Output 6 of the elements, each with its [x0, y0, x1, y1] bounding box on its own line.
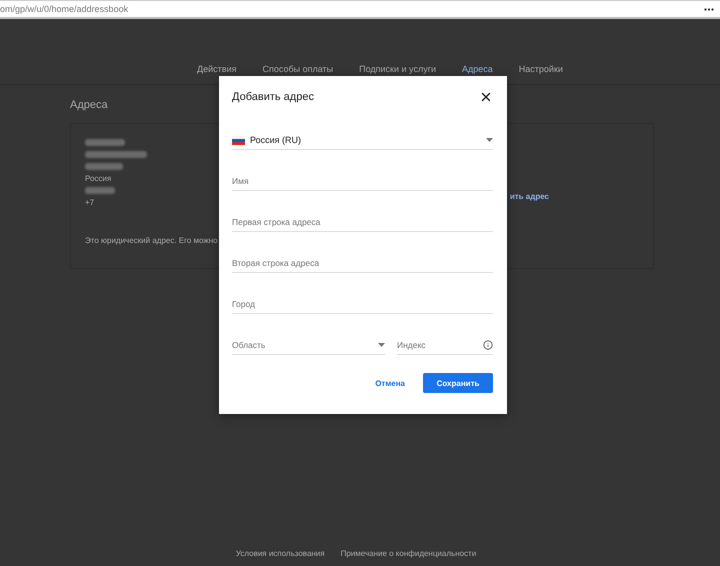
note-text: Это юридический адрес. Его можно	[85, 236, 218, 245]
url-text: om/gp/w/u/0/home/addressbook	[0, 4, 128, 14]
address-line: +7	[85, 198, 96, 207]
dialog-title: Добавить адрес	[232, 91, 314, 103]
page-title: Адреса	[70, 99, 109, 111]
address-line: Россия	[85, 174, 112, 183]
